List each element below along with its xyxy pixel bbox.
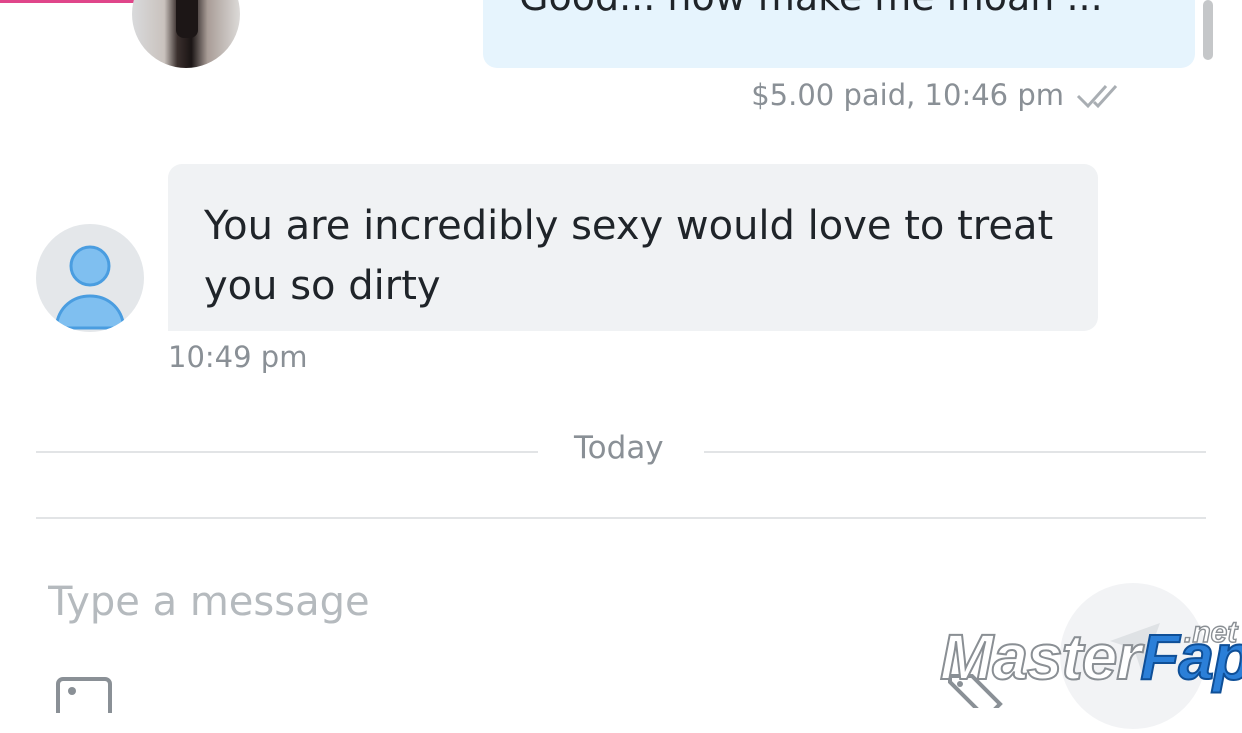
day-divider-line-right (704, 451, 1206, 453)
scrollbar-thumb[interactable] (1203, 0, 1213, 60)
sender-avatar-photo (176, 0, 198, 38)
add-media-button[interactable] (54, 673, 114, 721)
incoming-message-time: 10:49 pm (168, 340, 308, 374)
receiver-avatar[interactable] (36, 224, 144, 332)
day-divider-line-left (36, 451, 538, 453)
watermark-suffix: .net (1183, 615, 1238, 649)
day-divider-label: Today (574, 430, 664, 466)
image-icon (56, 677, 112, 721)
message-input[interactable] (36, 565, 948, 639)
outgoing-message-bubble[interactable]: Good... now make me moan ... (483, 0, 1195, 68)
default-user-icon (54, 245, 126, 330)
double-check-icon (1076, 84, 1118, 109)
watermark-text-part1: Master (939, 620, 1142, 694)
composer-top-border (36, 517, 1206, 519)
incoming-message-bubble[interactable]: You are incredibly sexy would love to tr… (168, 164, 1098, 331)
outgoing-message-text: Good... now make me moan ... (519, 0, 1103, 19)
incoming-message-text: You are incredibly sexy would love to tr… (204, 203, 1054, 309)
sender-avatar[interactable] (132, 0, 240, 68)
outgoing-message-price-time: $5.00 paid, 10:46 pm (751, 78, 1064, 112)
outgoing-message-meta: $5.00 paid, 10:46 pm (751, 78, 1130, 112)
